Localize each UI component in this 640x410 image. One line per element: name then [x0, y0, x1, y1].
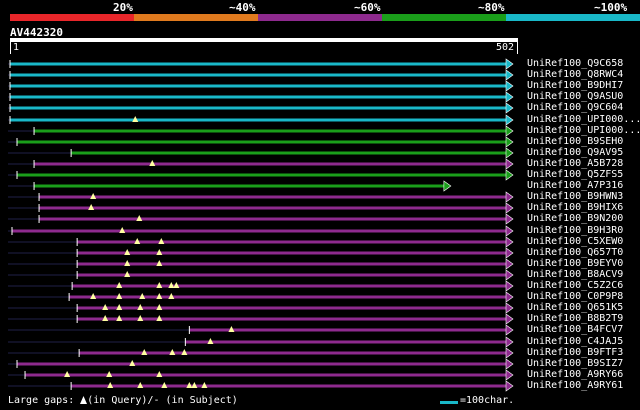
hit-end-arrow [505, 336, 514, 348]
hit-end-arrow [505, 258, 514, 270]
hit-end-arrow [505, 380, 514, 392]
hit-label[interactable]: UniRef100_B8ACV9 [527, 269, 623, 280]
hit-end-arrow [505, 191, 514, 203]
hit-label[interactable]: UniRef100_C5XEW0 [527, 236, 623, 247]
scale-legend-line [440, 401, 458, 404]
hit-end-arrow [443, 180, 452, 192]
hit-label[interactable]: UniRef100_B4FCV7 [527, 324, 623, 335]
hit-label[interactable]: UniRef100_B9EYV0 [527, 258, 623, 269]
hit-end-arrow [505, 247, 514, 259]
hit-label[interactable]: UniRef100_A9RY66 [527, 369, 623, 380]
scale-legend-text: =100char. [460, 395, 515, 406]
hit-end-arrow [505, 202, 514, 214]
hit-end-arrow [505, 369, 514, 381]
hit-end-arrow [505, 80, 514, 92]
hit-label[interactable]: UniRef100_Q9C604 [527, 102, 623, 113]
hit-end-arrow [505, 102, 514, 114]
hit-label[interactable]: UniRef100_B9SIZ7 [527, 358, 623, 369]
hit-end-arrow [505, 136, 514, 148]
gaps-legend: Large gaps: (in Query)/- (in Subject) [8, 395, 238, 407]
hit-label[interactable]: UniRef100_Q5ZFS5 [527, 169, 623, 180]
hit-end-arrow [505, 324, 514, 336]
hit-label[interactable]: UniRef100_A7P316 [527, 180, 623, 191]
hit-end-arrow [505, 147, 514, 159]
hit-label[interactable]: UniRef100_Q651K5 [527, 302, 623, 313]
hit-end-arrow [505, 280, 514, 292]
hit-end-arrow [505, 358, 514, 370]
hit-label[interactable]: UniRef100_UPI000... [527, 125, 640, 136]
hit-end-arrow [505, 169, 514, 181]
hit-end-arrow [505, 114, 514, 126]
hit-label[interactable]: UniRef100_C0P9P8 [527, 291, 623, 302]
gaps-subject: - (in Subject) [153, 395, 238, 406]
hit-label[interactable]: UniRef100_C5Z2C6 [527, 280, 623, 291]
hit-label[interactable]: UniRef100_Q657T0 [527, 247, 623, 258]
hit-label[interactable]: UniRef100_Q9ASU0 [527, 91, 623, 102]
hit-label[interactable]: UniRef100_Q9C658 [527, 58, 623, 69]
hit-label[interactable]: UniRef100_B9N200 [527, 213, 623, 224]
hit-end-arrow [505, 91, 514, 103]
hit-label[interactable]: UniRef100_B9H3R0 [527, 225, 623, 236]
hit-label[interactable]: UniRef100_A5B728 [527, 158, 623, 169]
hit-label[interactable]: UniRef100_B9HWN3 [527, 191, 623, 202]
hit-label[interactable]: UniRef100_B9FTF3 [527, 347, 623, 358]
hit-end-arrow [505, 213, 514, 225]
gaps-prefix: Large gaps: [8, 395, 81, 406]
hit-end-arrow [505, 313, 514, 325]
gaps-query: (in Query)/ [87, 395, 154, 406]
hit-end-arrow [505, 302, 514, 314]
hit-end-arrow [505, 225, 514, 237]
hit-end-arrow [505, 269, 514, 281]
hit-label[interactable]: UniRef100_Q8RWC4 [527, 69, 623, 80]
hit-label[interactable]: UniRef100_Q9AV95 [527, 147, 623, 158]
hit-label[interactable]: UniRef100_A9RY61 [527, 380, 623, 391]
hit-label[interactable]: UniRef100_B9HIX6 [527, 202, 623, 213]
hit-label[interactable]: UniRef100_B8B2T9 [527, 313, 623, 324]
hit-end-arrow [505, 291, 514, 303]
hit-end-arrow [505, 236, 514, 248]
hit-label[interactable]: UniRef100_C4JAJ5 [527, 336, 623, 347]
hit-end-arrow [505, 58, 514, 70]
hit-end-arrow [505, 158, 514, 170]
hit-end-arrow [505, 125, 514, 137]
hit-label[interactable]: UniRef100_B9DHI7 [527, 80, 623, 91]
hit-label[interactable]: UniRef100_UPI000... [527, 114, 640, 125]
hit-end-arrow [505, 347, 514, 359]
hit-end-arrow [505, 69, 514, 81]
hit-label[interactable]: UniRef100_B9SEH0 [527, 136, 623, 147]
